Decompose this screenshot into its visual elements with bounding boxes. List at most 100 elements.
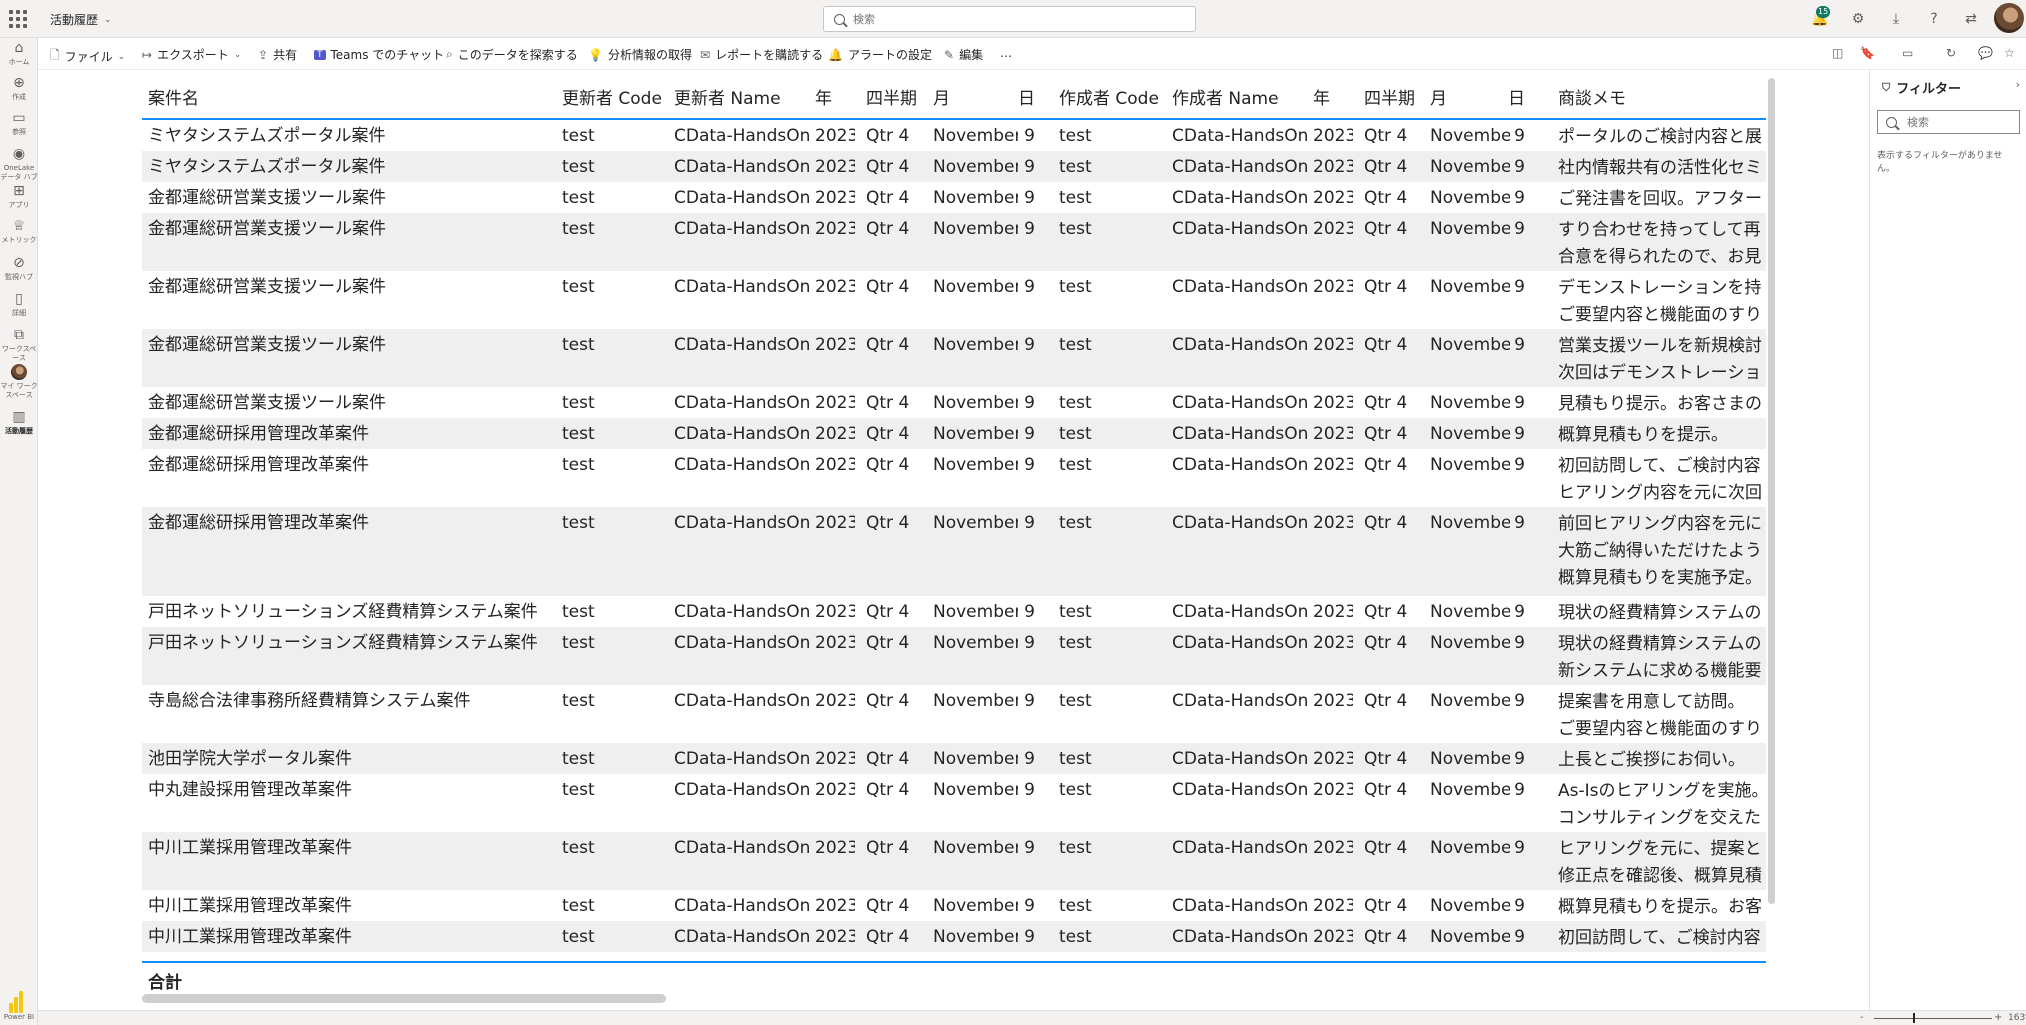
column-header[interactable]: 四半期 [866, 82, 917, 116]
table-row[interactable]: ミヤタシステムズポータル案件 test CData-HandsOn 2023 Qtr 4… [142, 120, 1766, 151]
table-row[interactable]: 中川工業採用管理改革案件 test CData-HandsOn 2023 Qtr 4 No… [142, 832, 1766, 890]
table-row[interactable]: 中丸建設採用管理改革案件 test CData-HandsOn 2023 Qtr 4 No… [142, 774, 1766, 832]
insights-icon: 💡 [588, 47, 603, 62]
cell-day2: 9 [1514, 513, 1525, 533]
table-row[interactable]: 金都運総研営業支援ツール案件 test CData-HandsOn 2023 Qtr 4… [142, 329, 1766, 387]
view-icon[interactable]: ▭ [1902, 46, 1913, 60]
comment-icon[interactable]: 💬 [1978, 46, 1993, 60]
favorite-icon[interactable]: ☆ [2004, 46, 2015, 60]
app-launcher-icon[interactable] [9, 10, 27, 28]
nav-item-create[interactable]: ⊕ 作成 [0, 75, 38, 102]
cell-quarter2: Qtr 4 [1364, 126, 1408, 146]
cell-month: November [933, 126, 1018, 146]
cell-year: 2023 [815, 188, 855, 208]
refresh-visual-icon[interactable]: ◫ [1832, 46, 1843, 60]
table-row[interactable]: 戸田ネットソリューションズ経費精算システム案件 test CData-HandsOn… [142, 627, 1766, 685]
teams-button[interactable]: T Teams でのチャット [314, 46, 444, 63]
global-search-input[interactable] [853, 12, 1153, 26]
table-row[interactable]: 中川工業採用管理改革案件 test CData-HandsOn 2023 Qtr 4 No… [142, 890, 1766, 921]
cell-quarter: Qtr 4 [866, 424, 910, 444]
nav-item-home[interactable]: ⌂ ホーム [0, 40, 38, 67]
help-icon[interactable]: ? [1924, 9, 1944, 29]
cell-cre-code: test [1059, 335, 1092, 355]
share-feedback-icon[interactable]: ⇄ [1961, 9, 1981, 29]
column-header[interactable]: 年 [815, 82, 832, 116]
filter-search-input[interactable] [1907, 115, 2007, 129]
nav-item-my-workspace[interactable]: マイ ワークスペース [0, 364, 38, 400]
cell-upd-name: CData-HandsOn [674, 424, 809, 444]
bookmark-icon[interactable]: 🔖 [1860, 46, 1875, 60]
memo-line: 初回訪問して、ご検討内容 [1558, 928, 1761, 948]
cell-upd-code: test [562, 455, 595, 475]
cell-month2: November [1430, 424, 1510, 444]
cell-day: 9 [1024, 335, 1035, 355]
cell-upd-code: test [562, 691, 595, 711]
filter-search[interactable] [1877, 110, 2020, 134]
collapse-filter-pane-icon[interactable]: › [2016, 78, 2020, 91]
column-header[interactable]: 日 [1508, 82, 1525, 116]
nav-item-report[interactable]: ▥ 活動履歴 [0, 409, 38, 436]
table-row[interactable]: 金都運総研営業支援ツール案件 test CData-HandsOn 2023 Qtr 4… [142, 271, 1766, 329]
export-button[interactable]: ↦ エクスポート ⌄ [142, 46, 241, 63]
zoom-slider-thumb[interactable] [1912, 1013, 1915, 1023]
command-label: アラートの設定 [847, 48, 932, 62]
share-button[interactable]: ⇪ 共有 [258, 46, 297, 63]
horizontal-scrollbar-thumb[interactable] [142, 994, 666, 1003]
filter-pane-header: ⛉ フィルター [1882, 78, 1961, 98]
alert-button[interactable]: 🔔 アラートの設定 [828, 46, 932, 63]
cell-quarter2: Qtr 4 [1364, 188, 1408, 208]
nav-item-apps[interactable]: ⊞ アプリ [0, 183, 38, 210]
insights-button[interactable]: 💡 分析情報の取得 [588, 46, 692, 63]
nav-item-workspaces[interactable]: ⧉ ワークスペース [0, 327, 38, 363]
cell-cre-code: test [1059, 157, 1092, 177]
table-row[interactable]: 戸田ネットソリューションズ経費精算システム案件 test CData-HandsOn… [142, 596, 1766, 627]
column-header[interactable]: 作成者 Name [1172, 82, 1279, 116]
filter-pane-title: フィルター [1896, 82, 1961, 97]
zoom-slider[interactable] [1874, 1018, 1992, 1019]
table-row[interactable]: 金都運総研採用管理改革案件 test CData-HandsOn 2023 Qtr 4 N… [142, 418, 1766, 449]
horizontal-scrollbar[interactable] [142, 994, 1766, 1003]
column-header[interactable]: 更新者 Name [674, 82, 781, 116]
cell-upd-code: test [562, 633, 595, 653]
table-row[interactable]: 中川工業採用管理改革案件 test CData-HandsOn 2023 Qtr 4 No… [142, 921, 1766, 952]
nav-item-monitor[interactable]: ⊘ 監視ハブ [0, 255, 38, 282]
table-row[interactable]: 池田学院大学ポータル案件 test CData-HandsOn 2023 Qtr 4 No… [142, 743, 1766, 774]
vertical-scrollbar[interactable] [1768, 78, 1775, 904]
settings-icon[interactable]: ⚙ [1848, 9, 1868, 29]
table-row[interactable]: 寺島総合法律事務所経費精算システム案件 test CData-HandsOn 2023… [142, 685, 1766, 743]
more-button[interactable]: … [1000, 46, 1012, 60]
table-row[interactable]: 金都運総研採用管理改革案件 test CData-HandsOn 2023 Qtr 4 N… [142, 449, 1766, 507]
column-header[interactable]: 月 [1430, 82, 1447, 116]
zoom-in-button[interactable]: + [1994, 1012, 2002, 1023]
nav-item-onelake[interactable]: ◉ OneLake データ ハブ [0, 146, 38, 182]
nav-item-browse[interactable]: ▭ 参照 [0, 110, 38, 137]
onelake-icon: ◉ [12, 146, 26, 162]
edit-button[interactable]: ✎ 編集 [944, 46, 983, 63]
account-avatar[interactable] [1994, 3, 2024, 33]
nav-item-learn[interactable]: ▯ 詳細 [0, 291, 38, 318]
cell-deal-name: 戸田ネットソリューションズ経費精算システム案件 [148, 602, 538, 622]
table-row[interactable]: 金都運総研営業支援ツール案件 test CData-HandsOn 2023 Qtr 4… [142, 387, 1766, 418]
explore-button[interactable]: ⌕ このデータを探索する [446, 46, 578, 63]
nav-item-metrics[interactable]: ♕ メトリック [0, 218, 38, 245]
download-icon[interactable]: ⤓ [1886, 9, 1906, 29]
file-button[interactable]: 🗋 ファイル ⌄ [50, 46, 125, 67]
zoom-out-button[interactable]: - [1860, 1012, 1864, 1023]
column-header[interactable]: 年 [1313, 82, 1330, 116]
column-header[interactable]: 商談メモ [1558, 82, 1626, 116]
column-header[interactable]: 月 [933, 82, 950, 116]
refresh-icon[interactable]: ↻ [1946, 46, 1956, 60]
table-row[interactable]: 金都運総研営業支援ツール案件 test CData-HandsOn 2023 Qtr 4… [142, 182, 1766, 213]
table-row[interactable]: 金都運総研採用管理改革案件 test CData-HandsOn 2023 Qtr 4 N… [142, 507, 1766, 596]
subscribe-button[interactable]: ✉ レポートを購読する [700, 46, 823, 63]
column-header[interactable]: 日 [1018, 82, 1035, 116]
global-search[interactable] [823, 6, 1196, 32]
column-header[interactable]: 案件名 [148, 82, 199, 116]
table-visual[interactable]: 案件名 更新者 Code 更新者 Name 年四半期月日作成者 Code 作成者 Nam… [142, 78, 1766, 993]
table-row[interactable]: ミヤタシステムズポータル案件 test CData-HandsOn 2023 Qtr 4… [142, 151, 1766, 182]
table-row[interactable]: 金都運総研営業支援ツール案件 test CData-HandsOn 2023 Qtr 4… [142, 213, 1766, 271]
column-header[interactable]: 四半期 [1364, 82, 1415, 116]
column-header[interactable]: 作成者 Code [1059, 82, 1159, 116]
column-header[interactable]: 更新者 Code [562, 82, 662, 116]
report-title-dropdown[interactable]: 活動履歴 ⌄ [50, 11, 112, 28]
